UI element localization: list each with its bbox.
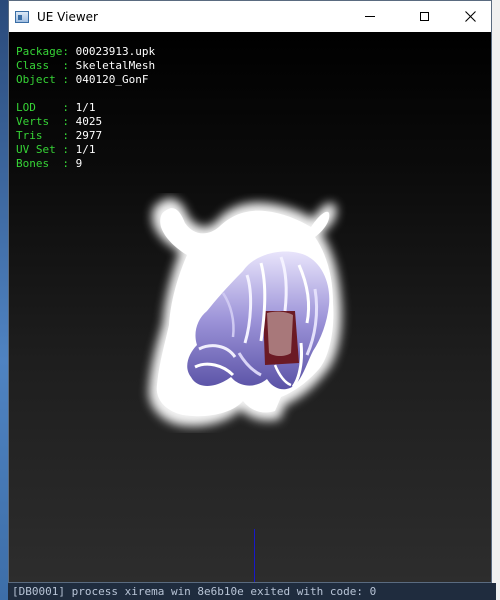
background-desktop-left <box>0 0 8 600</box>
close-icon <box>464 11 476 22</box>
info-verts-label: Verts : <box>16 115 76 128</box>
app-window-icon <box>15 10 29 23</box>
background-console-status-line: [DB0001] process xirema win 8e6b10e exit… <box>8 583 496 600</box>
minimize-button[interactable] <box>347 1 393 32</box>
3d-viewport[interactable]: Package: 00023913.upk Class : SkeletalMe… <box>9 32 491 582</box>
hair-mesh-render <box>148 198 342 427</box>
info-bones-label: Bones : <box>16 157 76 170</box>
minimize-icon <box>365 16 375 17</box>
vertical-axis-line <box>254 529 255 582</box>
info-uvset-value: 1/1 <box>75 143 96 156</box>
info-object-label: Object : <box>16 73 76 86</box>
title-bar[interactable]: UE Viewer <box>9 1 491 32</box>
info-tris-row: Tris : 2977 <box>16 129 155 143</box>
info-uvset-row: UV Set : 1/1 <box>16 143 155 157</box>
info-lod-row: LOD : 1/1 <box>16 101 155 115</box>
close-button[interactable] <box>447 1 493 32</box>
info-class-value: SkeletalMesh <box>75 59 156 72</box>
info-class-label: Class : <box>16 59 76 72</box>
background-console-text: [DB0001] process xirema win 8e6b10e exit… <box>12 585 377 598</box>
info-lod-value: 1/1 <box>75 101 96 114</box>
info-package-label: Package: <box>16 45 76 58</box>
info-package-row: Package: 00023913.upk <box>16 45 155 59</box>
info-object-value: 040120_GonF <box>75 73 149 86</box>
window-title: UE Viewer <box>37 9 98 24</box>
info-object-row: Object : 040120_GonF <box>16 73 155 87</box>
maximize-button[interactable] <box>401 1 447 32</box>
info-tris-value: 2977 <box>75 129 103 142</box>
info-tris-label: Tris : <box>16 129 76 142</box>
ue-viewer-window[interactable]: UE Viewer Package: 00023913.upk Class : … <box>8 0 492 583</box>
info-lod-label: LOD : <box>16 101 76 114</box>
info-verts-row: Verts : 4025 <box>16 115 155 129</box>
info-bones-row: Bones : 9 <box>16 157 155 171</box>
info-uvset-label: UV Set : <box>16 143 76 156</box>
info-package-value: 00023913.upk <box>75 45 156 58</box>
background-console-window <box>492 0 500 600</box>
maximize-icon <box>419 12 429 21</box>
info-class-row: Class : SkeletalMesh <box>16 59 155 73</box>
info-bones-value: 9 <box>75 157 83 170</box>
info-verts-value: 4025 <box>75 115 103 128</box>
mesh-info-overlay: Package: 00023913.upk Class : SkeletalMe… <box>16 45 155 171</box>
